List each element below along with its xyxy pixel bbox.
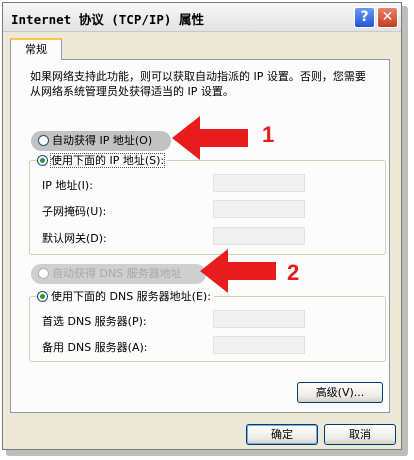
tab-general[interactable]: 常规 bbox=[10, 38, 62, 60]
annotation-overlay bbox=[172, 116, 276, 293]
arrow-1-icon bbox=[172, 116, 248, 160]
arrow-2-icon bbox=[200, 249, 276, 293]
annotation-number-1: 1 bbox=[262, 122, 275, 147]
annotation-number-2: 2 bbox=[287, 260, 300, 285]
